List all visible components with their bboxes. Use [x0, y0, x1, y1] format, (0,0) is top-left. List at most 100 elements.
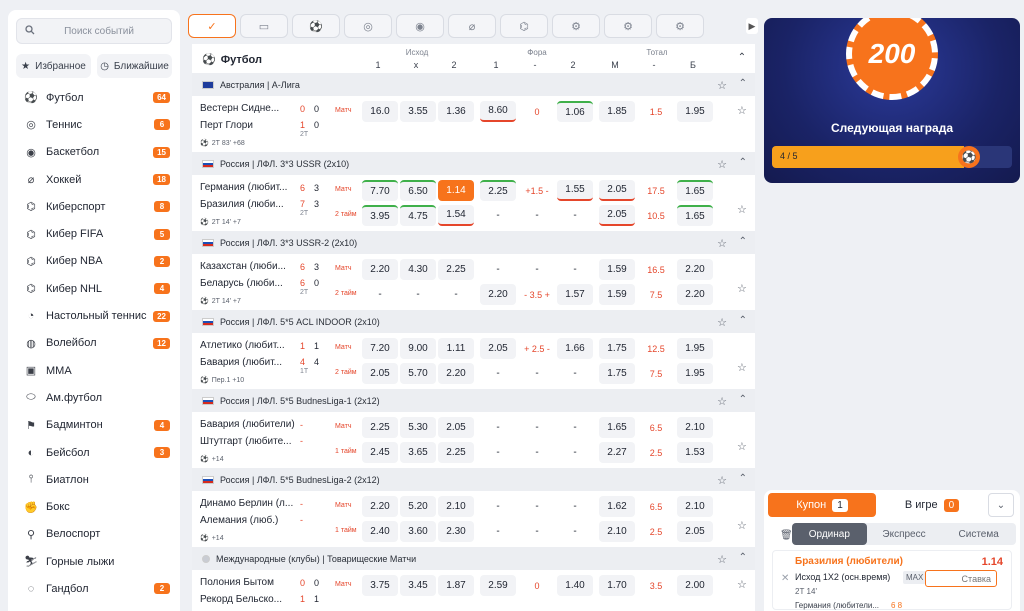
- odd-button[interactable]: 2.20: [438, 363, 474, 384]
- odd-button[interactable]: 1.87: [438, 575, 474, 596]
- league-header[interactable]: Международные (клубы) | Товарищеские Мат…: [192, 548, 755, 570]
- sidebar-item-4[interactable]: ⌬ Киберспорт 8: [8, 193, 180, 220]
- odd-button[interactable]: 5.70: [400, 363, 436, 384]
- odd-button[interactable]: 2.20: [362, 496, 398, 517]
- favorite-star-icon[interactable]: ☆: [737, 440, 747, 453]
- odd-button[interactable]: 2.25: [480, 180, 516, 201]
- chevron-up-icon[interactable]: ⌃: [739, 315, 747, 326]
- odd-button[interactable]: 6.50: [400, 180, 436, 201]
- odd-button[interactable]: -: [480, 442, 516, 463]
- odd-button[interactable]: 1.95: [677, 101, 713, 122]
- sidebar-item-7[interactable]: ⌬ Кибер NHL 4: [8, 275, 180, 302]
- odd-button[interactable]: 7.70: [362, 180, 398, 201]
- search-box[interactable]: Поиск событий: [16, 18, 172, 44]
- sidebar-item-15[interactable]: ✊ Бокс: [8, 493, 180, 520]
- odd-button[interactable]: 2.05: [599, 205, 635, 226]
- odd-button[interactable]: 2.20: [677, 259, 713, 280]
- odd-button[interactable]: 4.30: [400, 259, 436, 280]
- star-icon[interactable]: ☆: [717, 553, 727, 566]
- odd-button[interactable]: 1.75: [599, 338, 635, 359]
- favorite-star-icon[interactable]: ☆: [737, 282, 747, 295]
- odd-button[interactable]: 3.55: [400, 101, 436, 122]
- odd-button[interactable]: 2.05: [362, 363, 398, 384]
- star-icon[interactable]: ☆: [717, 237, 727, 250]
- odd-button[interactable]: 3.65: [400, 442, 436, 463]
- team-2-name[interactable]: Штутгарт (любите...: [200, 436, 291, 447]
- odd-button[interactable]: -: [519, 205, 555, 226]
- sport-filter-tab-3[interactable]: ◎: [344, 14, 392, 38]
- odd-button[interactable]: 0: [519, 575, 555, 596]
- team-1-name[interactable]: Динамо Берлин (л...: [200, 498, 293, 509]
- chevron-up-icon[interactable]: ⌃: [739, 473, 747, 484]
- odd-button[interactable]: 1.59: [599, 284, 635, 305]
- single-bet-tab[interactable]: Ординар: [792, 523, 867, 545]
- odd-button[interactable]: 5.20: [400, 496, 436, 517]
- odd-button[interactable]: 1.57: [557, 284, 593, 305]
- chevron-up-icon[interactable]: ⌃: [739, 78, 747, 89]
- odd-button[interactable]: 16.0: [362, 101, 398, 122]
- league-header[interactable]: Австралия | А-Лига ☆ ⌃: [192, 74, 755, 96]
- sidebar-item-11[interactable]: ⬭ Ам.футбол: [8, 384, 180, 411]
- odd-button[interactable]: -: [480, 521, 516, 542]
- odd-button[interactable]: 1.65: [599, 417, 635, 438]
- league-header[interactable]: Россия | ЛФЛ. 5*5 ACL INDOOR (2x10) ☆ ⌃: [192, 311, 755, 333]
- odd-button[interactable]: 3.60: [400, 521, 436, 542]
- odd-button[interactable]: -: [557, 259, 593, 280]
- sport-filter-tab-1[interactable]: ▭: [240, 14, 288, 38]
- odd-button[interactable]: 2.30: [438, 521, 474, 542]
- sport-filter-tab-7[interactable]: ⚙: [552, 14, 600, 38]
- sidebar-item-9[interactable]: ◍ Волейбол 12: [8, 330, 180, 357]
- sidebar-item-3[interactable]: ⌀ Хоккей 18: [8, 166, 180, 193]
- odd-button[interactable]: 2.05: [438, 417, 474, 438]
- odd-button[interactable]: -: [480, 205, 516, 226]
- sport-filter-tab-5[interactable]: ⌀: [448, 14, 496, 38]
- odd-button[interactable]: 7.5: [638, 284, 674, 305]
- odd-button[interactable]: -: [480, 259, 516, 280]
- odd-button[interactable]: 3.95: [362, 205, 398, 226]
- odd-button[interactable]: -: [519, 417, 555, 438]
- odd-button[interactable]: +1.5 -: [519, 180, 555, 201]
- sidebar-item-0[interactable]: ⚽ Футбол 64: [8, 84, 180, 111]
- chevron-up-icon[interactable]: ⌃: [739, 394, 747, 405]
- odd-button[interactable]: 16.5: [638, 259, 674, 280]
- sidebar-item-2[interactable]: ◉ Баскетбол 15: [8, 139, 180, 166]
- league-header[interactable]: Россия | ЛФЛ. 3*3 USSR-2 (2x10) ☆ ⌃: [192, 232, 755, 254]
- odd-button[interactable]: 2.27: [599, 442, 635, 463]
- team-2-name[interactable]: Бавария (любит...: [200, 357, 282, 368]
- live-bets-tab[interactable]: В игре 0: [882, 493, 982, 517]
- sidebar-item-16[interactable]: ⚲ Велоспорт: [8, 521, 180, 548]
- odd-button[interactable]: 1.06: [557, 101, 593, 122]
- odd-button[interactable]: 2.20: [480, 284, 516, 305]
- favorite-star-icon[interactable]: ☆: [737, 519, 747, 532]
- team-1-name[interactable]: Атлетико (любит...: [200, 340, 285, 351]
- sidebar-item-8[interactable]: ◔ Настольный теннис 22: [8, 302, 180, 329]
- odd-button[interactable]: -: [557, 205, 593, 226]
- team-1-name[interactable]: Вестерн Сидне...: [200, 103, 279, 114]
- odd-button[interactable]: 2.25: [362, 417, 398, 438]
- odd-button[interactable]: -: [557, 521, 593, 542]
- odd-button[interactable]: 8.60: [480, 101, 516, 122]
- odd-button[interactable]: -: [362, 284, 398, 305]
- odd-button[interactable]: -: [519, 259, 555, 280]
- odd-button[interactable]: 1.62: [599, 496, 635, 517]
- league-header[interactable]: Россия | ЛФЛ. 5*5 BudnesLiga-1 (2x12) ☆ ⌃: [192, 390, 755, 412]
- star-icon[interactable]: ☆: [717, 158, 727, 171]
- odd-button[interactable]: 17.5: [638, 180, 674, 201]
- favorite-star-icon[interactable]: ☆: [737, 361, 747, 374]
- sidebar-item-18[interactable]: ◌ Гандбол 2: [8, 575, 180, 602]
- favorite-star-icon[interactable]: ☆: [737, 203, 747, 216]
- odd-button[interactable]: 3.75: [362, 575, 398, 596]
- coupon-dropdown-button[interactable]: ⌄: [988, 493, 1014, 517]
- search-input[interactable]: Поиск событий: [35, 26, 163, 37]
- odd-button[interactable]: 0: [519, 101, 555, 122]
- odd-button[interactable]: 2.20: [362, 259, 398, 280]
- odd-button[interactable]: -: [480, 496, 516, 517]
- odd-button[interactable]: 3.5: [638, 575, 674, 596]
- odd-button[interactable]: 2.10: [599, 521, 635, 542]
- odd-button[interactable]: 1.14: [438, 180, 474, 201]
- odd-button[interactable]: 1.65: [677, 180, 713, 201]
- odd-button[interactable]: 1.85: [599, 101, 635, 122]
- odd-button[interactable]: 2.20: [677, 284, 713, 305]
- odd-button[interactable]: -: [400, 284, 436, 305]
- coupon-tab[interactable]: Купон 1: [768, 493, 876, 517]
